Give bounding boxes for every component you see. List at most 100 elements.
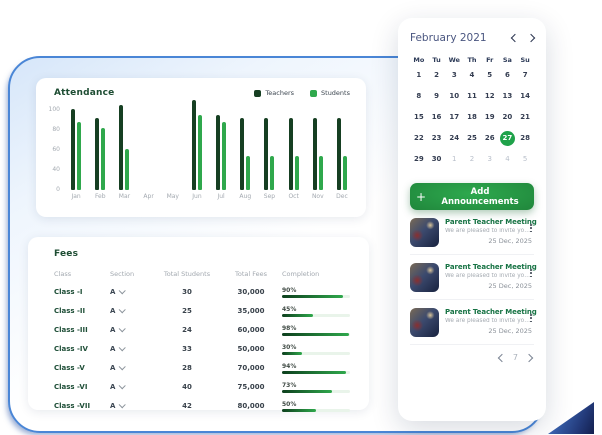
calendar-day[interactable]: 14 bbox=[518, 89, 533, 104]
section-dropdown[interactable]: A bbox=[110, 326, 154, 334]
attendance-card: Attendance TeachersStudents 1008060400 J… bbox=[36, 78, 366, 217]
calendar-day[interactable]: 12 bbox=[482, 89, 497, 104]
calendar-day[interactable]: 25 bbox=[464, 131, 479, 146]
day-header: Mo bbox=[410, 56, 428, 64]
calendar-day[interactable]: 8 bbox=[411, 89, 426, 104]
bar-column bbox=[209, 104, 233, 190]
teachers-bar bbox=[119, 105, 123, 190]
calendar-day[interactable]: 24 bbox=[447, 131, 462, 146]
total-students-cell: 33 bbox=[154, 345, 220, 353]
calendar-day[interactable]: 3 bbox=[447, 68, 462, 83]
total-fees-cell: 80,000 bbox=[220, 402, 282, 410]
section-dropdown[interactable]: A bbox=[110, 345, 154, 353]
x-tick-label: Jun bbox=[185, 193, 209, 200]
calendar-day[interactable]: 9 bbox=[429, 89, 444, 104]
section-dropdown[interactable]: A bbox=[110, 288, 154, 296]
calendar-day[interactable]: 13 bbox=[500, 89, 515, 104]
bar-column bbox=[112, 104, 136, 190]
dashboard-page: Attendance TeachersStudents 1008060400 J… bbox=[0, 0, 602, 435]
students-legend-swatch bbox=[310, 90, 317, 97]
completion-cell: 30% bbox=[282, 342, 352, 355]
students-bar bbox=[198, 115, 202, 190]
calendar-day[interactable]: 17 bbox=[447, 110, 462, 125]
calendar-day[interactable]: 30 bbox=[429, 152, 444, 167]
completion-progress-fill bbox=[282, 390, 332, 393]
calendar-day[interactable]: 23 bbox=[429, 131, 444, 146]
calendar-day[interactable]: 5 bbox=[482, 68, 497, 83]
calendar-day-selected[interactable]: 27 bbox=[500, 131, 515, 146]
announcement-item[interactable]: Parent Teacher MeetingWe are pleased to … bbox=[410, 300, 534, 345]
calendar-day[interactable]: 20 bbox=[500, 110, 515, 125]
total-students-cell: 28 bbox=[154, 364, 220, 372]
add-announcements-button[interactable]: + Add Announcements bbox=[410, 183, 534, 210]
total-fees-cell: 60,000 bbox=[220, 326, 282, 334]
calendar-day[interactable]: 21 bbox=[518, 110, 533, 125]
kebab-menu-icon[interactable] bbox=[528, 312, 534, 324]
plus-icon: + bbox=[416, 191, 426, 203]
section-dropdown[interactable]: A bbox=[110, 383, 154, 391]
calendar-day[interactable]: 22 bbox=[411, 131, 426, 146]
calendar-day[interactable]: 1 bbox=[447, 152, 462, 167]
section-dropdown[interactable]: A bbox=[110, 307, 154, 315]
day-header: Fr bbox=[481, 56, 499, 64]
announcement-item[interactable]: Parent Teacher MeetingWe are pleased to … bbox=[410, 210, 534, 255]
pager-prev-icon[interactable] bbox=[498, 353, 506, 361]
chevron-right-icon[interactable] bbox=[527, 34, 535, 42]
completion-percent: 30% bbox=[282, 344, 352, 351]
calendar-day[interactable]: 4 bbox=[500, 152, 515, 167]
announcement-item[interactable]: Parent Teacher MeetingWe are pleased to … bbox=[410, 255, 534, 300]
completion-progress-fill bbox=[282, 295, 343, 298]
day-header: Tu bbox=[428, 56, 446, 64]
legend-item: Students bbox=[310, 89, 350, 97]
calendar-day[interactable]: 26 bbox=[482, 131, 497, 146]
students-bar bbox=[222, 122, 226, 190]
teachers-bar bbox=[264, 118, 268, 190]
bar-column bbox=[64, 104, 88, 190]
bar-column bbox=[88, 104, 112, 190]
calendar-day[interactable]: 11 bbox=[464, 89, 479, 104]
pager-next-icon[interactable] bbox=[525, 353, 533, 361]
calendar-day[interactable]: 2 bbox=[464, 152, 479, 167]
completion-progress-fill bbox=[282, 314, 313, 317]
total-fees-cell: 35,000 bbox=[220, 307, 282, 315]
completion-percent: 90% bbox=[282, 287, 352, 294]
x-tick-label: Sep bbox=[257, 193, 281, 200]
calendar-day-headers: MoTuWeThFrSaSu bbox=[410, 56, 534, 64]
day-header: Sa bbox=[499, 56, 517, 64]
calendar-day[interactable]: 1 bbox=[411, 68, 426, 83]
completion-percent: 45% bbox=[282, 306, 352, 313]
calendar-week-row: 22232425262728 bbox=[410, 129, 534, 148]
teachers-legend-swatch bbox=[254, 90, 261, 97]
completion-progress-fill bbox=[282, 352, 302, 355]
calendar-day[interactable]: 7 bbox=[518, 68, 533, 83]
completion-progress-track bbox=[282, 409, 350, 412]
corner-decoration bbox=[548, 402, 594, 434]
calendar-day[interactable]: 18 bbox=[464, 110, 479, 125]
calendar-day[interactable]: 16 bbox=[429, 110, 444, 125]
kebab-menu-icon[interactable] bbox=[528, 222, 534, 234]
calendar-day[interactable]: 19 bbox=[482, 110, 497, 125]
completion-cell: 94% bbox=[282, 361, 352, 374]
completion-progress-track bbox=[282, 295, 350, 298]
attendance-chart: 1008060400 bbox=[48, 104, 354, 190]
total-fees-cell: 50,000 bbox=[220, 345, 282, 353]
calendar-day[interactable]: 10 bbox=[447, 89, 462, 104]
calendar-day[interactable]: 2 bbox=[429, 68, 444, 83]
announcement-snippet: We are pleased to invite you to o... bbox=[445, 273, 533, 279]
x-tick-label: Aug bbox=[233, 193, 257, 200]
calendar-day[interactable]: 28 bbox=[518, 131, 533, 146]
calendar-day[interactable]: 3 bbox=[482, 152, 497, 167]
calendar-day[interactable]: 6 bbox=[500, 68, 515, 83]
chevron-left-icon[interactable] bbox=[511, 34, 519, 42]
kebab-menu-icon[interactable] bbox=[528, 267, 534, 279]
section-dropdown[interactable]: A bbox=[110, 364, 154, 372]
calendar-day[interactable]: 5 bbox=[518, 152, 533, 167]
section-dropdown[interactable]: A bbox=[110, 402, 154, 410]
calendar-day[interactable]: 15 bbox=[411, 110, 426, 125]
y-tick-label: 100 bbox=[48, 107, 60, 113]
calendar-day[interactable]: 4 bbox=[464, 68, 479, 83]
chevron-down-icon bbox=[119, 287, 126, 294]
calendar-week-row: 293012345 bbox=[410, 150, 534, 169]
calendar-day[interactable]: 29 bbox=[411, 152, 426, 167]
y-tick-label: 40 bbox=[48, 167, 60, 173]
